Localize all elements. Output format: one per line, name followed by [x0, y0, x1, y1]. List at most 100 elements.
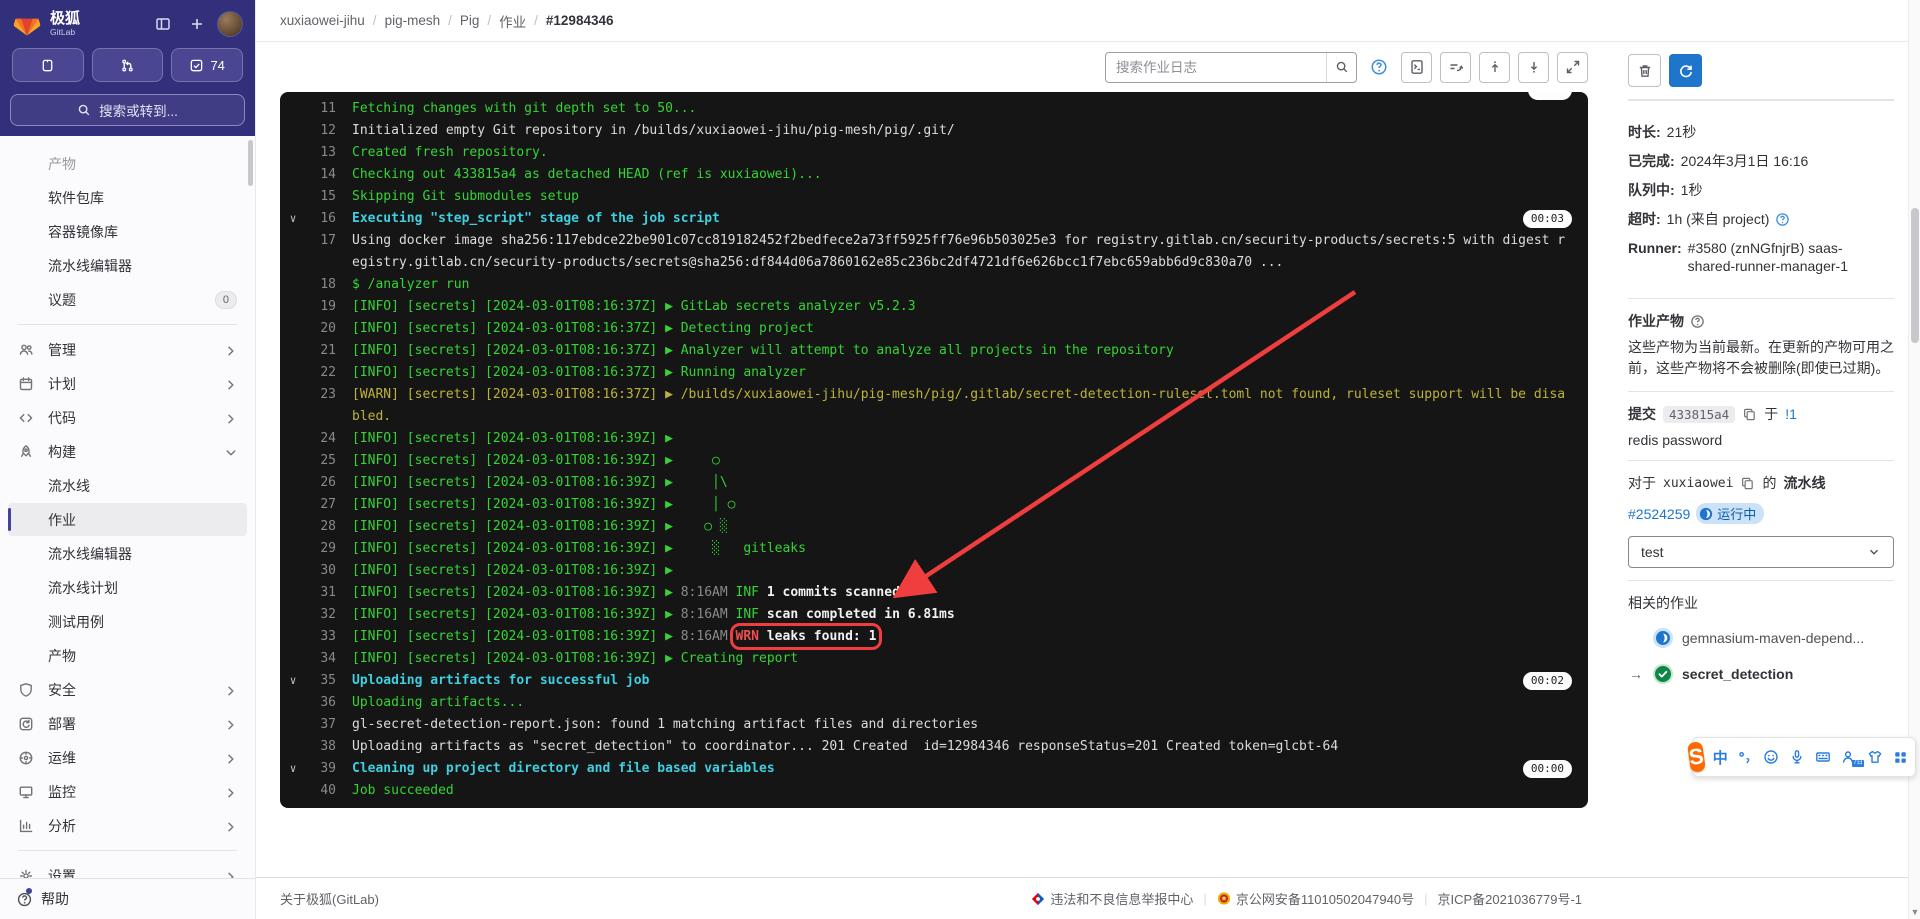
- sidebar-scrollbar-thumb[interactable]: [248, 140, 253, 186]
- commit-sha-chip[interactable]: 433815a4: [1663, 406, 1735, 423]
- raw-log-button[interactable]: [1401, 52, 1432, 83]
- log-line-number[interactable]: 39: [306, 758, 336, 780]
- related-job-success[interactable]: →secret_detection: [1628, 663, 1894, 685]
- sidebar-item-monitor[interactable]: 监控: [8, 775, 247, 808]
- sidebar-item-artifacts[interactable]: 产物: [8, 639, 247, 672]
- log-line-number[interactable]: 32: [306, 604, 336, 626]
- log-line-number[interactable]: 33: [306, 626, 336, 648]
- scroll-top-button[interactable]: [1479, 52, 1510, 83]
- breadcrumb-item[interactable]: Pig: [460, 13, 480, 28]
- log-line-number[interactable]: 22: [306, 362, 336, 384]
- sidebar-item-deploy[interactable]: 部署: [8, 707, 247, 740]
- breadcrumb-item[interactable]: xuxiaowei-jihu: [280, 13, 365, 28]
- log-line-number[interactable]: 36: [306, 692, 336, 714]
- pipeline-id-link[interactable]: #2524259: [1628, 506, 1690, 522]
- sidebar-item-package-registry[interactable]: 软件包库: [8, 181, 247, 214]
- punctuation-icon[interactable]: [1737, 749, 1753, 765]
- sidebar-item-secure[interactable]: 安全: [8, 673, 247, 706]
- log-line-number[interactable]: 27: [306, 494, 336, 516]
- log-line-number[interactable]: 38: [306, 736, 336, 758]
- log-line-number[interactable]: 14: [306, 164, 336, 186]
- log-line-number[interactable]: 31: [306, 582, 336, 604]
- merge-requests-shortcut-button[interactable]: [92, 48, 164, 82]
- log-line-number[interactable]: 20: [306, 318, 336, 340]
- todos-shortcut-button[interactable]: 74: [171, 48, 243, 82]
- sidebar-item-jobs[interactable]: 作业: [8, 503, 247, 536]
- log-line-number[interactable]: 26: [306, 472, 336, 494]
- footer-report-link[interactable]: 违法和不良信息举报中心: [1031, 889, 1193, 908]
- log-line-number[interactable]: 25: [306, 450, 336, 472]
- sidebar-item-pipeline-editor[interactable]: 流水线编辑器: [8, 537, 247, 570]
- global-search-box[interactable]: 搜索或转到...: [10, 94, 245, 126]
- section-collapse-icon[interactable]: ∨: [280, 208, 306, 230]
- sidebar-toggle-icon[interactable]: [149, 10, 177, 38]
- log-line-number[interactable]: [306, 406, 336, 428]
- create-new-icon[interactable]: [183, 10, 211, 38]
- erase-log-button[interactable]: [1628, 54, 1661, 87]
- follow-log-button[interactable]: [1440, 52, 1471, 83]
- log-line-number[interactable]: 29: [306, 538, 336, 560]
- stage-dropdown[interactable]: test: [1628, 536, 1894, 568]
- section-collapse-icon[interactable]: ∨: [280, 670, 306, 692]
- breadcrumb-item[interactable]: pig-mesh: [385, 13, 441, 28]
- sidebar-item-container-registry[interactable]: 容器镜像库: [8, 215, 247, 248]
- log-line-number[interactable]: 37: [306, 714, 336, 736]
- log-line-number[interactable]: 21: [306, 340, 336, 362]
- chinese-mode-icon[interactable]: 中: [1713, 747, 1728, 768]
- log-section-row[interactable]: ∨39Cleaning up project directory and fil…: [280, 758, 1588, 780]
- sidebar-item-pipeline-schedules[interactable]: 流水线计划: [8, 571, 247, 604]
- commit-mr-link[interactable]: !1: [1785, 406, 1797, 422]
- log-line-number[interactable]: 12: [306, 120, 336, 142]
- fullscreen-button[interactable]: [1557, 52, 1588, 83]
- jihu-gitlab-logo[interactable]: [12, 10, 42, 38]
- related-job-running[interactable]: gemnasium-maven-depend...: [1628, 627, 1894, 649]
- log-search-input[interactable]: [1105, 52, 1357, 83]
- log-line-number[interactable]: 28: [306, 516, 336, 538]
- breadcrumb-item[interactable]: 作业: [499, 11, 526, 31]
- log-line-number[interactable]: 34: [306, 648, 336, 670]
- sidebar-item-settings[interactable]: 设置: [8, 859, 247, 878]
- sidebar-item-manage[interactable]: 管理: [8, 333, 247, 366]
- log-line-number[interactable]: [306, 252, 336, 274]
- log-line-number[interactable]: 17: [306, 230, 336, 252]
- sidebar-item-help[interactable]: 帮助: [0, 878, 255, 919]
- log-line-number[interactable]: 24: [306, 428, 336, 450]
- sidebar-item-pipeline-editor-top[interactable]: 流水线编辑器: [8, 249, 247, 282]
- log-line-number[interactable]: 16: [306, 208, 336, 230]
- footer-beian-gov-link[interactable]: 京公网安备11010502047940号: [1217, 889, 1414, 908]
- log-section-row[interactable]: ∨16Executing "step_script" stage of the …: [280, 208, 1588, 230]
- page-scrollbar-thumb[interactable]: [1911, 208, 1919, 343]
- sidebar-item-plan[interactable]: 计划: [8, 367, 247, 400]
- log-line-number[interactable]: 19: [306, 296, 336, 318]
- log-line-number[interactable]: 35: [306, 670, 336, 692]
- scrollbar-down-arrow[interactable]: ▼: [1909, 907, 1920, 917]
- sidebar-item-issues[interactable]: 议题0: [8, 283, 247, 316]
- pipeline-status-badge[interactable]: 运行中: [1696, 503, 1764, 524]
- page-scrollbar[interactable]: ▼: [1908, 0, 1920, 919]
- log-line-number[interactable]: 23: [306, 384, 336, 406]
- retry-job-button[interactable]: [1669, 54, 1702, 87]
- log-line-number[interactable]: 15: [306, 186, 336, 208]
- sidebar-item-build[interactable]: 构建: [8, 435, 247, 468]
- log-section-row[interactable]: ∨35Uploading artifacts for successful jo…: [280, 670, 1588, 692]
- log-help-icon[interactable]: [1365, 53, 1393, 81]
- log-line-number[interactable]: 13: [306, 142, 336, 164]
- toolbox-icon[interactable]: [1893, 750, 1908, 765]
- log-line-number[interactable]: 30: [306, 560, 336, 582]
- sidebar-item-operate[interactable]: 运维: [8, 741, 247, 774]
- timeout-help-icon[interactable]: [1775, 212, 1790, 227]
- sidebar-item-pipelines[interactable]: 流水线: [8, 469, 247, 502]
- skin-icon[interactable]: [1867, 749, 1883, 765]
- sidebar-item-code[interactable]: 代码: [8, 401, 247, 434]
- footer-icp-link[interactable]: 京ICP备2021036779号-1: [1437, 889, 1582, 908]
- footer-about-link[interactable]: 关于极狐(GitLab): [280, 889, 379, 908]
- copy-commit-icon[interactable]: [1742, 407, 1757, 422]
- breadcrumb-item[interactable]: #12984346: [546, 13, 614, 28]
- log-line-number[interactable]: 18: [306, 274, 336, 296]
- user-avatar[interactable]: [217, 11, 243, 37]
- artifacts-help-icon[interactable]: [1690, 314, 1705, 329]
- job-log-terminal[interactable]: 11Fetching changes with git depth set to…: [280, 92, 1588, 808]
- log-search-submit[interactable]: [1326, 53, 1356, 82]
- issues-shortcut-button[interactable]: [12, 48, 84, 82]
- emoji-icon[interactable]: [1763, 749, 1779, 765]
